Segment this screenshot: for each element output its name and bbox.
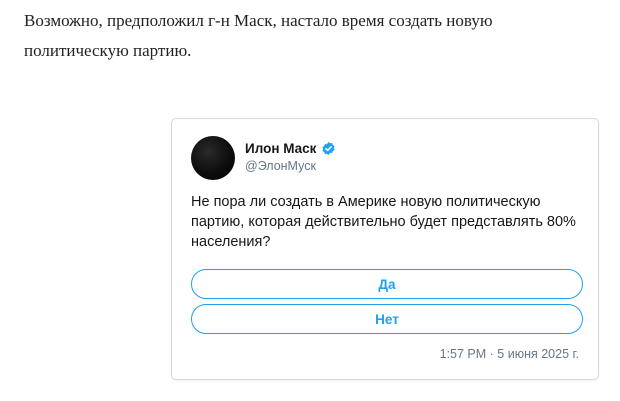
embedded-tweet-card[interactable]: Илон Маск @ЭлонМуск Не пора ли создать в… [171,118,599,380]
author-handle[interactable]: @ЭлонМуск [245,159,316,173]
poll-option-yes[interactable]: Да [191,269,583,299]
avatar[interactable] [191,136,235,180]
verified-badge-icon [321,141,336,156]
article-paragraph: Возможно, предположил г-н Маск, настало … [24,11,493,60]
page: Возможно, предположил г-н Маск, настало … [0,0,620,401]
poll-option-no[interactable]: Нет [191,304,583,334]
author-name-row: Илон Маск [245,141,336,156]
tweet-text: Не пора ли создать в Америке новую полит… [191,194,576,250]
tweet-timestamp[interactable]: 1:57 PM · 5 июня 2025 г. [440,347,579,361]
author-display-name[interactable]: Илон Маск [245,141,316,156]
